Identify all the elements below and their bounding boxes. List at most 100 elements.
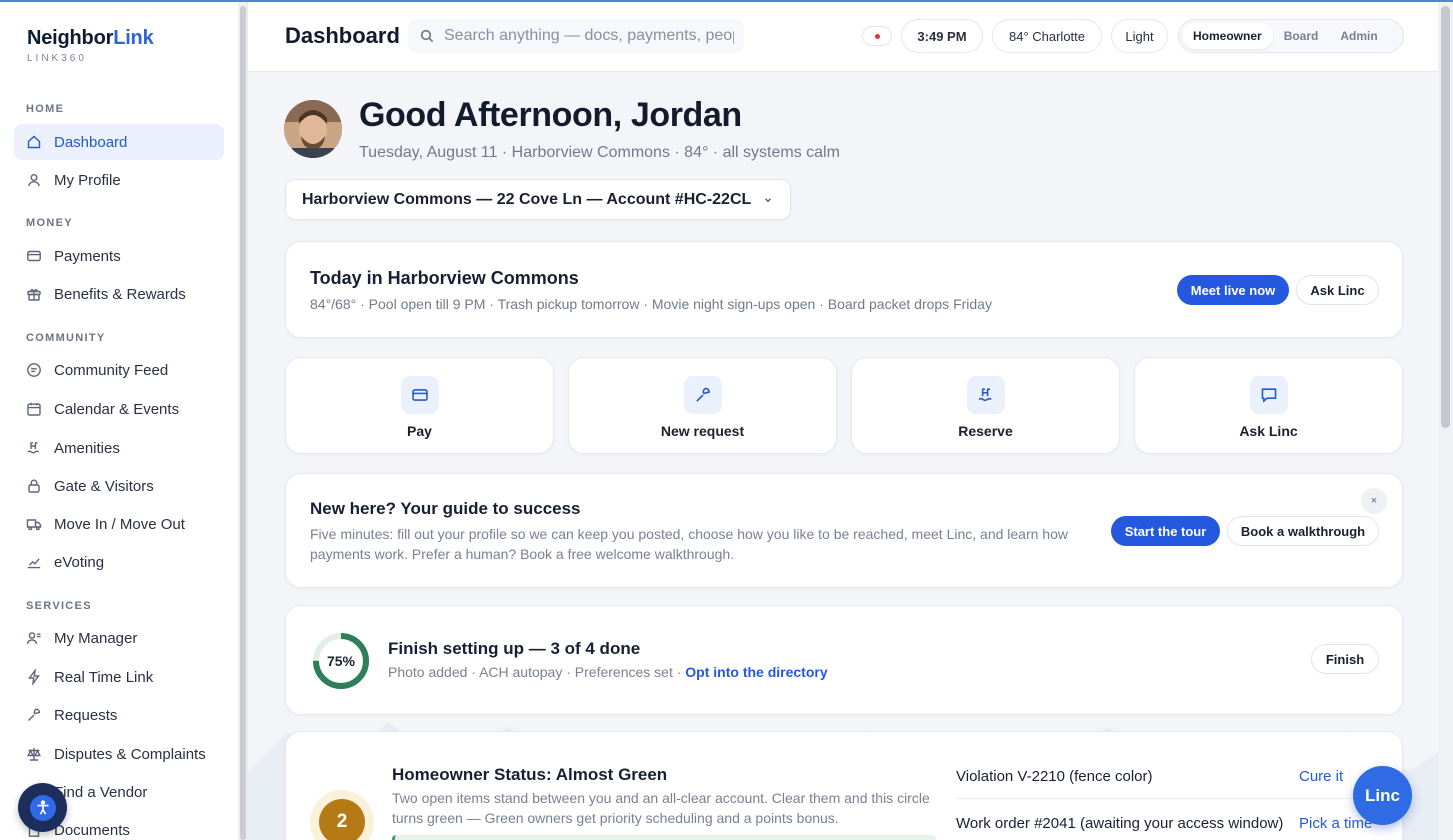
meet-live-button[interactable]: Meet live now [1177,275,1289,305]
sidebar-item-label: My Manager [54,629,138,647]
issue-label: Work order #2041 (awaiting your access w… [956,814,1284,832]
status-title: Homeowner Status: Almost Green [392,765,668,784]
role-homeowner[interactable]: Homeowner [1182,23,1273,49]
sidebar-item-label: Documents [54,821,130,839]
sidebar-item-calendar[interactable]: Calendar & Events [14,391,224,427]
brand-logo[interactable]: NeighborLink LINK360 [27,27,154,64]
page-scrollbar[interactable] [1438,2,1453,840]
sidebar-item-label: My Profile [54,171,121,189]
sidebar-item-benefits[interactable]: Benefits & Rewards [14,276,224,312]
setup-meta-text: Photo added · ACH autopay · Preferences … [388,664,686,680]
weather-pill[interactable]: 84° Charlotte [992,19,1102,53]
sidebar-scrollbar[interactable] [238,2,247,840]
list-item: Violation V-2210 (fence color) Cure it [956,755,1396,799]
sidebar-item-label: Payments [54,247,121,265]
quick-action-new-request[interactable]: New request [568,357,837,454]
theme-toggle[interactable]: Light [1111,19,1168,53]
sidebar-item-label: Community Feed [54,361,169,379]
sidebar-item-label: Calendar & Events [54,400,180,418]
sidebar-item-community-feed[interactable]: Community Feed [14,352,224,388]
accessibility-icon [29,794,56,821]
lock-icon [26,478,42,494]
quick-action-pay[interactable]: Pay [285,357,554,454]
search-input[interactable] [444,27,734,45]
book-walkthrough-button[interactable]: Book a walkthrough [1227,516,1379,546]
pool-icon [26,440,42,456]
sidebar-scrollbar-thumb[interactable] [240,6,246,840]
brand-name-part1: Neighbor [27,27,114,49]
account-select[interactable]: Harborview Commons — 22 Cove Ln — Accoun… [285,179,791,220]
accessibility-button[interactable] [18,783,67,832]
brand-tagline: LINK360 [27,53,87,64]
sidebar-item-label: Disputes & Complaints [54,745,206,763]
ask-linc-button[interactable]: Ask Linc [1296,275,1379,305]
avatar[interactable] [284,100,342,158]
role-board[interactable]: Board [1273,23,1330,49]
bolt-icon [26,669,42,685]
finish-button[interactable]: Finish [1311,644,1379,674]
page-title: Dashboard [285,23,400,48]
main-content: Good Afternoon, Jordan Tuesday, August 1… [248,72,1438,840]
sidebar-item-real-time-link[interactable]: Real Time Link [14,659,224,695]
search-box[interactable] [408,19,744,53]
opt-into-directory-link[interactable]: Opt into the directory [685,664,827,680]
page-scrollbar-thumb[interactable] [1441,6,1450,428]
search-icon [420,29,434,43]
sidebar-section-services: SERVICES [26,600,92,612]
cure-it-link[interactable]: Cure it [1299,768,1343,785]
pick-a-time-link[interactable]: Pick a time [1299,815,1372,832]
top-accent-line [0,0,1453,2]
sidebar-section-home: HOME [26,103,65,115]
greeting-title: Good Afternoon, Jordan [359,96,742,134]
brand-name-part2: Link [113,27,154,49]
sidebar-item-payments[interactable]: Payments [14,238,224,274]
scale-icon [26,746,42,762]
recording-dot-icon [874,33,880,39]
sidebar-item-move-in-out[interactable]: Move In / Move Out [14,506,224,542]
linc-assistant-button[interactable]: Linc [1353,766,1412,825]
close-icon[interactable]: × [1361,488,1387,514]
today-card: Today in Harborview Commons 84°/68° · Po… [285,241,1403,338]
sidebar-item-label: Requests [54,706,118,724]
quick-action-label: Pay [407,423,432,439]
sidebar-item-label: Amenities [54,439,120,457]
quick-action-reserve[interactable]: Reserve [851,357,1120,454]
homeowner-status-card: 2 Homeowner Status: Almost Green Two ope… [285,731,1403,840]
sidebar-item-requests[interactable]: Requests [14,697,224,733]
wrench-icon [26,707,42,723]
sidebar-item-label: eVoting [54,553,105,571]
sidebar-item-my-manager[interactable]: My Manager [14,620,224,656]
quick-action-ask-linc[interactable]: Ask Linc [1134,357,1403,454]
sidebar: NeighborLink LINK360 HOME Dashboard My P… [0,0,248,840]
role-admin[interactable]: Admin [1329,23,1388,49]
calendar-icon [26,401,42,417]
guide-body: Five minutes: fill out your profile so w… [310,526,1068,562]
guide-title: New here? Your guide to success [310,499,581,518]
sidebar-item-my-profile[interactable]: My Profile [14,162,224,198]
sidebar-item-disputes[interactable]: Disputes & Complaints [14,736,224,772]
start-tour-button[interactable]: Start the tour [1111,516,1220,546]
list-item: Work order #2041 (awaiting your access w… [956,801,1396,840]
issue-label: Violation V-2210 (fence color) [956,768,1153,785]
sidebar-item-dashboard[interactable]: Dashboard [14,124,224,160]
progress-percent: 75% [326,653,356,669]
live-indicator[interactable] [862,26,892,46]
sidebar-item-label: Gate & Visitors [54,477,154,495]
onboarding-guide-card: New here? Your guide to success Five min… [285,473,1403,588]
pool-icon [967,376,1005,414]
status-badge-halo: 2 [310,790,374,840]
today-title: Today in Harborview Commons [310,268,579,288]
home-icon [26,134,42,150]
feed-icon [26,362,42,378]
sidebar-item-gate-visitors[interactable]: Gate & Visitors [14,468,224,504]
setup-meta: Photo added · ACH autopay · Preferences … [388,664,828,680]
wrench-icon [684,376,722,414]
sidebar-item-evoting[interactable]: eVoting [14,544,224,580]
user-icon [26,172,42,188]
sidebar-item-label: Real Time Link [54,668,154,686]
quick-action-label: New request [660,423,745,439]
ballot-icon [26,554,42,570]
card-icon [401,376,439,414]
sidebar-item-label: Find a Vendor [54,783,148,801]
sidebar-item-amenities[interactable]: Amenities [14,430,224,466]
